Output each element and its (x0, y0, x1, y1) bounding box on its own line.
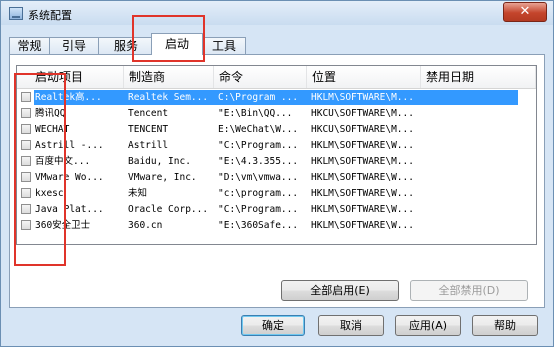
cell-startup-item: kxesc (35, 188, 64, 199)
tab-services[interactable]: 服务 (98, 37, 154, 54)
cell-command: E:\WeChat\W... (218, 124, 299, 135)
cell-startup-item: Realtek高... (35, 92, 102, 103)
cell-location: HKLM\SOFTWARE\W... (311, 172, 414, 183)
tab-tools[interactable]: 工具 (202, 37, 246, 54)
cell-command: "E:\360Safe... (218, 220, 299, 231)
startup-panel: 启动项目 制造商 命令 位置 禁用日期 Realtek高... Realtek S… (9, 54, 545, 308)
cell-command: C:\Program ... (218, 92, 299, 103)
cell-manufacturer: Realtek Sem... (128, 92, 209, 103)
cell-disabled-date (425, 122, 525, 137)
cell-location: HKLM\SOFTWARE\M... (311, 156, 414, 167)
close-button[interactable]: ✕ (503, 2, 547, 22)
cell-manufacturer: Astrill (128, 140, 169, 151)
cell-command: "E:\Bin\QQ... (218, 108, 293, 119)
cell-location: HKLM\SOFTWARE\M... (311, 92, 414, 103)
table-row[interactable]: Realtek高... Realtek Sem... C:\Program ... H… (17, 90, 536, 105)
cell-startup-item: Java Plat... (35, 204, 104, 215)
enable-checkbox[interactable] (21, 156, 31, 166)
col-header-startup-item[interactable]: 启动项目 (17, 66, 124, 88)
cell-manufacturer: 360.cn (128, 220, 163, 231)
cell-startup-item: 百度中文... (35, 156, 91, 167)
title-bar[interactable]: 系统配置 ✕ (1, 1, 553, 25)
enable-checkbox[interactable] (21, 172, 31, 182)
cell-location: HKLM\SOFTWARE\W... (311, 140, 414, 151)
disable-all-button[interactable]: 全部禁用(D) (410, 280, 528, 301)
ok-button[interactable]: 确定 (241, 315, 305, 336)
cell-startup-item: VMware Wo... (35, 172, 104, 183)
cell-startup-item: Astrill -... (35, 140, 104, 151)
col-header-manufacturer[interactable]: 制造商 (124, 66, 214, 88)
cell-disabled-date (425, 106, 525, 121)
cell-disabled-date (425, 186, 525, 201)
cell-disabled-date (425, 202, 525, 217)
tab-boot[interactable]: 引导 (49, 37, 99, 54)
list-header: 启动项目 制造商 命令 位置 禁用日期 (17, 66, 536, 89)
cell-startup-item: WECHAT (35, 124, 70, 135)
cell-disabled-date (425, 170, 525, 185)
cell-disabled-date (425, 154, 525, 169)
cell-command: "D:\vm\vmwa... (218, 172, 299, 183)
enable-checkbox[interactable] (21, 140, 31, 150)
table-row[interactable]: Astrill -... Astrill "C:\Program... HKLM\SO… (17, 138, 536, 153)
enable-checkbox[interactable] (21, 92, 31, 102)
table-row[interactable]: VMware Wo... VMware, Inc. "D:\vm\vmwa... HK… (17, 170, 536, 185)
help-button[interactable]: 帮助 (472, 315, 538, 336)
cell-command: "C:\Program... (218, 204, 299, 215)
cell-command: "C:\Program... (218, 140, 299, 151)
table-row[interactable]: 360安全卫士 360.cn "E:\360Safe... HKLM\SOFTWARE… (17, 218, 536, 233)
enable-checkbox[interactable] (21, 220, 31, 230)
col-header-location[interactable]: 位置 (307, 66, 421, 88)
cell-location: HKLM\SOFTWARE\W... (311, 188, 414, 199)
cell-manufacturer: VMware, Inc. (128, 172, 197, 183)
cancel-button[interactable]: 取消 (318, 315, 384, 336)
table-row[interactable]: Java Plat... Oracle Corp... "C:\Program...… (17, 202, 536, 217)
enable-checkbox[interactable] (21, 108, 31, 118)
cell-location: HKLM\SOFTWARE\W... (311, 220, 414, 231)
cell-command: "c:\program... (218, 188, 299, 199)
cell-disabled-date (425, 218, 525, 233)
table-row[interactable]: kxesc 未知 "c:\program... HKLM\SOFTWARE\W... (17, 186, 536, 201)
enable-checkbox[interactable] (21, 124, 31, 134)
table-row[interactable]: WECHAT TENCENT E:\WeChat\W... HKCU\SOFTWARE… (17, 122, 536, 137)
enable-all-button[interactable]: 全部启用(E) (281, 280, 399, 301)
cell-startup-item: 腾讯QQ (35, 108, 66, 119)
apply-button[interactable]: 应用(A) (395, 315, 461, 336)
cell-command: "E:\4.3.355... (218, 156, 299, 167)
enable-checkbox[interactable] (21, 204, 31, 214)
cell-location: HKCU\SOFTWARE\M... (311, 124, 414, 135)
cell-disabled-date (425, 90, 525, 105)
table-row[interactable]: 百度中文... Baidu, Inc. "E:\4.3.355... HKLM\SOF… (17, 154, 536, 169)
startup-list[interactable]: 启动项目 制造商 命令 位置 禁用日期 Realtek高... Realtek S… (16, 65, 537, 245)
cell-manufacturer: Oracle Corp... (128, 204, 209, 215)
cell-manufacturer: TENCENT (128, 124, 169, 135)
system-config-window: 系统配置 ✕ 常规 引导 服务 启动 工具 启动项目 制造商 命令 位置 禁用日… (0, 0, 554, 347)
cell-disabled-date (425, 138, 525, 153)
table-row[interactable]: 腾讯QQ Tencent "E:\Bin\QQ... HKCU\SOFTWARE\M.… (17, 106, 536, 121)
col-header-disabled-date[interactable]: 禁用日期 (421, 66, 536, 88)
cell-location: HKCU\SOFTWARE\M... (311, 108, 414, 119)
cell-location: HKLM\SOFTWARE\W... (311, 204, 414, 215)
tab-startup[interactable]: 启动 (151, 33, 203, 55)
cell-manufacturer: 未知 (128, 188, 148, 199)
tab-general[interactable]: 常规 (9, 37, 50, 54)
cell-startup-item: 360安全卫士 (35, 220, 91, 231)
cell-manufacturer: Tencent (128, 108, 169, 119)
col-header-command[interactable]: 命令 (214, 66, 307, 88)
cell-manufacturer: Baidu, Inc. (128, 156, 191, 167)
window-title: 系统配置 (28, 9, 72, 22)
msconfig-icon (9, 7, 23, 20)
enable-checkbox[interactable] (21, 188, 31, 198)
